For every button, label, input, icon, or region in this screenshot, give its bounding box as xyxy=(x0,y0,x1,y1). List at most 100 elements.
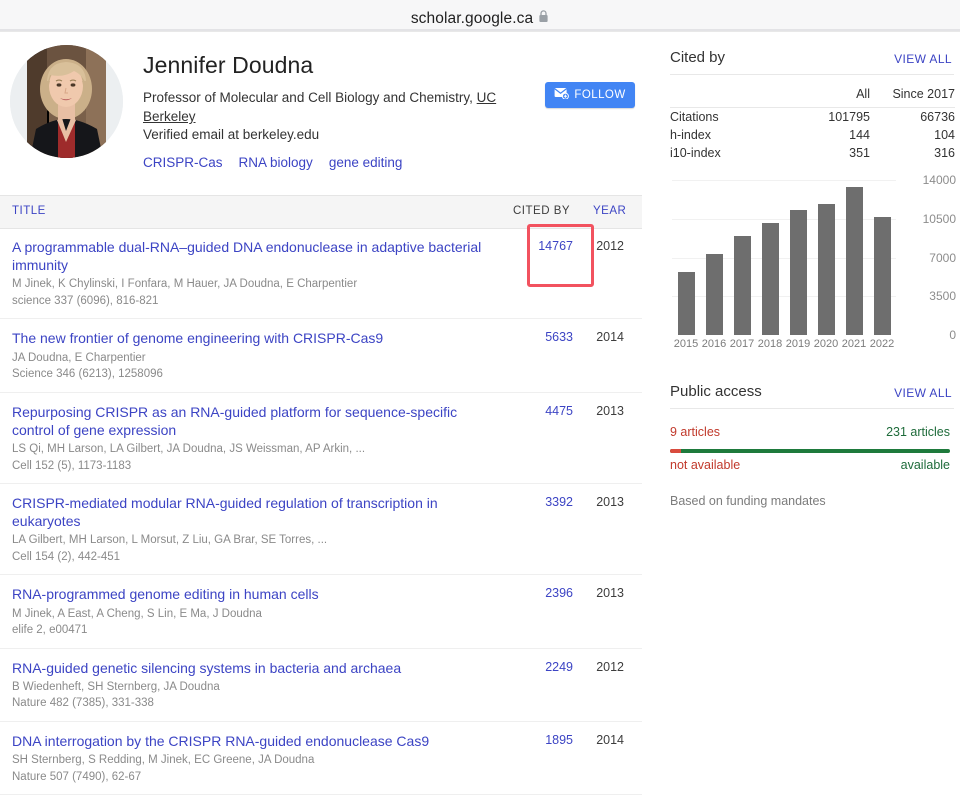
chart-y-tick-label: 10500 xyxy=(922,211,956,226)
public-access-note: Based on funding mandates xyxy=(670,494,826,508)
table-row[interactable]: DNA interrogation by the CRISPR RNA-guid… xyxy=(0,722,642,795)
lock-icon xyxy=(538,9,549,28)
cited-by-row: Citations 101795 66736 xyxy=(670,108,955,127)
cited-by-metric-since: 316 xyxy=(934,146,955,160)
chart-gridline xyxy=(672,180,896,181)
chart-bar[interactable] xyxy=(677,272,695,335)
publication-venue: Cell 152 (5), 1173-1183 xyxy=(12,459,132,472)
public-access-available-count[interactable]: 231 articles xyxy=(886,425,950,439)
verified-email: Verified email at berkeley.edu xyxy=(143,127,320,142)
column-header-cited-by[interactable]: CITED BY xyxy=(513,205,570,217)
page-content: Jennifer Doudna Professor of Molecular a… xyxy=(0,31,960,795)
publication-year: 2013 xyxy=(596,586,624,601)
follow-button-label: FOLLOW xyxy=(574,89,626,101)
follow-button[interactable]: FOLLOW xyxy=(545,82,635,108)
table-row[interactable]: A programmable dual-RNA–guided DNA endon… xyxy=(0,228,642,320)
chart-y-tick-label: 14000 xyxy=(922,173,956,187)
column-header-title[interactable]: TITLE xyxy=(12,205,46,217)
cited-by-metric-all: 144 xyxy=(849,128,870,142)
cited-by-title: Cited by xyxy=(670,49,726,66)
cited-by-metric-all: 351 xyxy=(849,146,870,160)
public-access-progress-not-available xyxy=(670,449,681,453)
publication-cited-by-link[interactable]: 1895 xyxy=(513,733,573,747)
publication-title-link[interactable]: The new frontier of genome engineering w… xyxy=(12,329,502,347)
publication-title-link[interactable]: Repurposing CRISPR as an RNA-guided plat… xyxy=(12,403,502,439)
column-header-year[interactable]: YEAR xyxy=(593,205,626,217)
chart-x-tick-label: 2022 xyxy=(869,338,895,350)
public-access-labels-row: not available available xyxy=(670,458,950,476)
publication-venue: Nature 507 (7490), 62-67 xyxy=(12,770,142,783)
cited-by-col-blank xyxy=(670,82,785,108)
table-row[interactable]: RNA-programmed genome editing in human c… xyxy=(0,575,642,649)
interest-tag-2[interactable]: gene editing xyxy=(329,155,403,170)
publication-year: 2014 xyxy=(596,330,624,345)
publication-authors: LS Qi, MH Larson, LA Gilbert, JA Doudna,… xyxy=(12,443,366,455)
chart-y-tick-label: 7000 xyxy=(929,250,956,265)
public-access-not-available-count[interactable]: 9 articles xyxy=(670,425,720,439)
browser-chrome: scholar.google.ca xyxy=(0,0,960,31)
publication-authors: M Jinek, K Chylinski, I Fonfara, M Hauer… xyxy=(12,278,358,291)
cited-by-col-all: All xyxy=(785,82,870,108)
publication-venue: Cell 154 (2), 442-451 xyxy=(12,550,121,563)
chart-bar[interactable] xyxy=(873,217,891,335)
cited-by-view-all-link[interactable]: VIEW ALL xyxy=(894,52,952,66)
profile-header: Jennifer Doudna Professor of Molecular a… xyxy=(0,31,642,184)
chart-bar[interactable] xyxy=(733,236,751,335)
chart-x-tick-label: 2016 xyxy=(701,338,727,350)
publication-title-link[interactable]: A programmable dual-RNA–guided DNA endon… xyxy=(12,238,502,274)
cited-by-col-since: Since 2017 xyxy=(870,82,955,108)
publication-authors: JA Doudna, E Charpentier xyxy=(12,351,146,364)
interest-tag-0[interactable]: CRISPR-Cas xyxy=(143,155,223,170)
publication-cited-by-link[interactable]: 2249 xyxy=(513,660,573,674)
chart-y-tick-label: 0 xyxy=(949,328,956,342)
cited-by-metric-since: 104 xyxy=(934,128,955,142)
interest-tag-1[interactable]: RNA biology xyxy=(239,155,313,170)
chart-bar[interactable] xyxy=(845,186,863,335)
public-access-counts-row: 9 articles 231 articles xyxy=(670,425,950,443)
publication-cited-by-link[interactable]: 14767 xyxy=(513,239,573,253)
publication-cited-by-link[interactable]: 2396 xyxy=(513,586,573,600)
public-access-title: Public access xyxy=(670,383,762,400)
cited-by-row: i10-index 351 316 xyxy=(670,144,955,162)
publication-cited-by-link[interactable]: 4475 xyxy=(513,404,573,418)
avatar[interactable] xyxy=(10,45,123,158)
chart-bar[interactable] xyxy=(761,222,779,335)
publication-title-link[interactable]: RNA-guided genetic silencing systems in … xyxy=(12,659,502,677)
cited-by-metric-label: Citations xyxy=(670,110,719,124)
chart-x-tick-label: 2017 xyxy=(729,338,755,350)
publication-year: 2013 xyxy=(596,403,624,418)
cited-by-metric-label: h-index xyxy=(670,128,711,142)
url-text: scholar.google.ca xyxy=(410,9,534,27)
chart-x-tick-label: 2020 xyxy=(813,338,839,350)
publication-venue: Science 346 (6213), 1258096 xyxy=(12,368,163,381)
cited-by-divider xyxy=(670,74,954,75)
cited-by-metric-all: 101795 xyxy=(828,110,870,124)
table-row[interactable]: Repurposing CRISPR as an RNA-guided plat… xyxy=(0,393,642,485)
cited-by-metric-since: 66736 xyxy=(920,110,955,124)
publication-title-link[interactable]: RNA-programmed genome editing in human c… xyxy=(12,585,502,603)
table-row[interactable]: The new frontier of genome engineering w… xyxy=(0,319,642,393)
interests-list: CRISPR-Cas RNA biology gene editing xyxy=(143,155,402,170)
publication-title-link[interactable]: CRISPR-mediated modular RNA-guided regul… xyxy=(12,494,502,530)
table-row[interactable]: RNA-guided genetic silencing systems in … xyxy=(0,649,642,722)
right-column: Cited by VIEW ALL All Since 2017 Citatio… xyxy=(660,31,960,720)
publication-cited-by-link[interactable]: 5633 xyxy=(513,330,573,344)
public-access-view-all-link[interactable]: VIEW ALL xyxy=(894,386,952,400)
publication-cited-by-link[interactable]: 3392 xyxy=(513,495,573,509)
public-access-panel: Public access VIEW ALL 9 articles 231 ar… xyxy=(660,383,960,508)
chart-bar[interactable] xyxy=(817,203,835,335)
chart-x-tick-label: 2019 xyxy=(785,338,811,350)
chart-bar[interactable] xyxy=(705,253,723,335)
publication-venue: Nature 482 (7385), 331-338 xyxy=(12,697,154,710)
chart-plot-area xyxy=(672,180,896,335)
public-access-divider xyxy=(670,408,954,409)
url-bar[interactable]: scholar.google.ca xyxy=(0,7,960,30)
table-row[interactable]: CRISPR-mediated modular RNA-guided regul… xyxy=(0,484,642,576)
publications-table-header: TITLE CITED BY YEAR xyxy=(0,195,642,229)
publication-year: 2013 xyxy=(596,495,624,510)
citations-per-year-chart: 14000 10500 7000 3500 0 2015 2016 2017 2018 2019… xyxy=(660,173,960,365)
publication-title-link[interactable]: DNA interrogation by the CRISPR RNA-guid… xyxy=(12,732,502,750)
affiliation: Professor of Molecular and Cell Biology … xyxy=(143,88,528,126)
chart-bar[interactable] xyxy=(789,210,807,335)
publication-venue: elife 2, e00471 xyxy=(12,624,88,637)
